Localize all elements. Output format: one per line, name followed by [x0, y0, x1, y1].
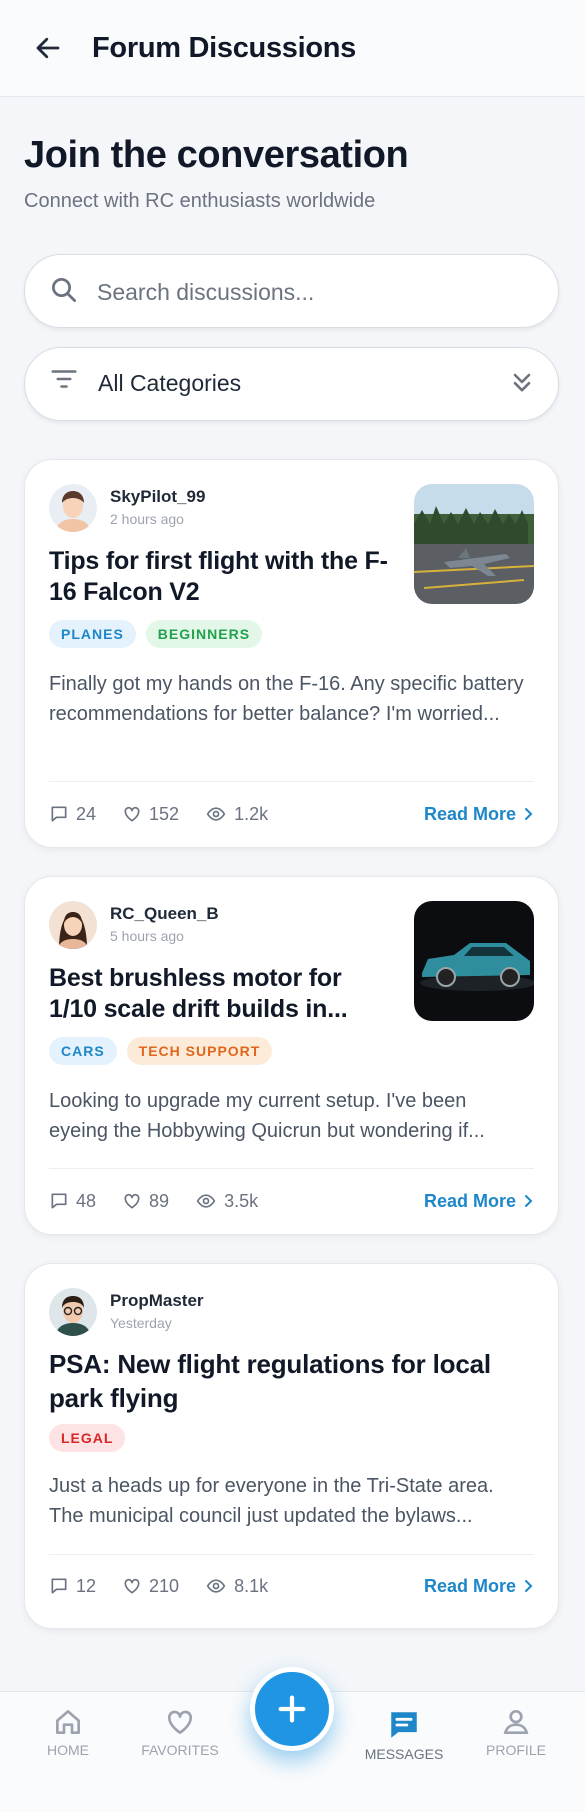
- tag-beginners[interactable]: BEGINNERS: [145, 620, 263, 648]
- filter-icon: [47, 362, 81, 396]
- card-divider: [49, 1168, 534, 1169]
- post-stats: 12 210 8.1k: [49, 1572, 294, 1600]
- post-author[interactable]: SkyPilot_99: [110, 487, 205, 507]
- hero-subtitle: Connect with RC enthusiasts worldwide: [24, 190, 376, 212]
- nav-messages[interactable]: MESSAGES: [354, 1708, 454, 1762]
- tag-list: CARS TECH SUPPORT: [49, 1037, 273, 1065]
- tag-planes[interactable]: PLANES: [49, 620, 136, 648]
- post-title[interactable]: Best brushless motor for 1/10 scale drif…: [49, 963, 389, 1025]
- nav-messages-label: MESSAGES: [364, 1746, 444, 1762]
- post-excerpt: Finally got my hands on the F-16. Any sp…: [49, 673, 524, 725]
- hero-title: Join the conversation: [24, 134, 409, 176]
- nav-favorites[interactable]: FAVORITES: [130, 1706, 230, 1758]
- tag-list: LEGAL: [49, 1424, 126, 1452]
- double-chevron-down-icon: [504, 364, 540, 400]
- view-count-value: 3.5k: [224, 1190, 259, 1211]
- search-input[interactable]: [97, 273, 537, 311]
- view-count-value: 1.2k: [234, 803, 269, 824]
- tag-list: PLANES BEGINNERS: [49, 620, 263, 648]
- post-card[interactable]: RC_Queen_B 5 hours ago Best brushless mo…: [24, 876, 559, 1235]
- like-count[interactable]: 210: [122, 1576, 179, 1597]
- like-count[interactable]: 89: [122, 1191, 169, 1212]
- eye-icon: [196, 1194, 216, 1208]
- nav-profile[interactable]: PROFILE: [466, 1706, 566, 1758]
- view-count-value: 8.1k: [234, 1575, 269, 1596]
- comment-count[interactable]: 48: [49, 1191, 96, 1212]
- like-count-value: 89: [149, 1190, 170, 1211]
- comment-count-value: 12: [76, 1575, 97, 1596]
- nav-favorites-label: FAVORITES: [141, 1742, 219, 1758]
- like-count-value: 152: [149, 803, 180, 824]
- like-count[interactable]: 152: [122, 804, 179, 825]
- chevron-right-icon: [525, 1580, 533, 1592]
- new-post-button[interactable]: [250, 1667, 334, 1751]
- card-divider: [49, 1554, 534, 1555]
- heart-icon: [124, 1578, 140, 1594]
- post-time: 5 hours ago: [110, 928, 184, 944]
- post-stats: 48 89 3.5k: [49, 1187, 284, 1215]
- category-filter-value: All Categories: [98, 370, 242, 396]
- like-count-value: 210: [149, 1575, 180, 1596]
- post-excerpt: Just a heads up for everyone in the Tri-…: [49, 1475, 494, 1527]
- eye-icon: [206, 1579, 226, 1593]
- post-card[interactable]: PropMaster Yesterday PSA: New flight reg…: [24, 1263, 559, 1629]
- nav-home[interactable]: HOME: [18, 1706, 118, 1758]
- read-more-link[interactable]: Read More: [424, 1187, 534, 1215]
- post-author[interactable]: PropMaster: [110, 1291, 204, 1311]
- post-thumbnail-car: [414, 901, 534, 1021]
- user-icon: [503, 1710, 529, 1734]
- read-more-label: Read More: [423, 1190, 516, 1211]
- post-stats: 24 152 1.2k: [49, 800, 294, 828]
- comment-icon: [51, 1578, 67, 1594]
- comment-icon: [51, 1193, 67, 1209]
- heart-icon: [124, 806, 140, 822]
- comment-count-value: 24: [76, 803, 97, 824]
- post-time: 2 hours ago: [110, 511, 184, 527]
- page-title: Forum Discussions: [92, 31, 357, 64]
- eye-icon: [206, 807, 226, 821]
- post-title[interactable]: PSA: New flight regulations for local pa…: [49, 1347, 536, 1415]
- post-thumbnail-jet: [414, 484, 534, 604]
- nav-home-label: HOME: [47, 1742, 89, 1758]
- post-title[interactable]: Tips for first flight with the F-16 Falc…: [49, 546, 389, 608]
- tag-tech-support[interactable]: TECH SUPPORT: [126, 1037, 273, 1065]
- chevron-right-icon: [525, 1195, 533, 1207]
- heart-icon: [167, 1710, 193, 1734]
- card-divider: [49, 781, 534, 782]
- read-more-label: Read More: [423, 803, 516, 824]
- back-button[interactable]: [24, 24, 72, 72]
- nav-profile-label: PROFILE: [486, 1742, 546, 1758]
- message-icon: [391, 1712, 417, 1738]
- read-more-link[interactable]: Read More: [424, 1572, 534, 1600]
- heart-icon: [124, 1193, 140, 1209]
- search-icon: [47, 273, 81, 307]
- post-excerpt: Looking to upgrade my current setup. I'v…: [49, 1090, 485, 1142]
- post-time: Yesterday: [110, 1315, 172, 1331]
- app-bar: Forum Discussions: [0, 0, 585, 97]
- search-bar[interactable]: [24, 254, 559, 328]
- view-count: 1.2k: [205, 804, 268, 825]
- read-more-label: Read More: [423, 1575, 516, 1596]
- comment-icon: [51, 806, 67, 822]
- tag-cars[interactable]: CARS: [49, 1037, 117, 1065]
- tag-legal[interactable]: LEGAL: [49, 1424, 126, 1452]
- avatar: [49, 1288, 97, 1336]
- home-icon: [56, 1710, 80, 1734]
- view-count: 8.1k: [205, 1576, 268, 1597]
- avatar: [49, 901, 97, 949]
- comment-count-value: 48: [76, 1190, 97, 1211]
- avatar: [49, 484, 97, 532]
- post-author[interactable]: RC_Queen_B: [110, 904, 219, 924]
- comment-count[interactable]: 24: [49, 804, 96, 825]
- read-more-link[interactable]: Read More: [424, 800, 534, 828]
- view-count: 3.5k: [195, 1191, 258, 1212]
- arrow-left-icon: [36, 37, 60, 59]
- chevron-right-icon: [525, 808, 533, 820]
- comment-count[interactable]: 12: [49, 1576, 96, 1597]
- post-card[interactable]: SkyPilot_99 2 hours ago Tips for first f…: [24, 459, 559, 848]
- plus-icon: [278, 1695, 306, 1723]
- category-filter[interactable]: All Categories: [24, 347, 559, 421]
